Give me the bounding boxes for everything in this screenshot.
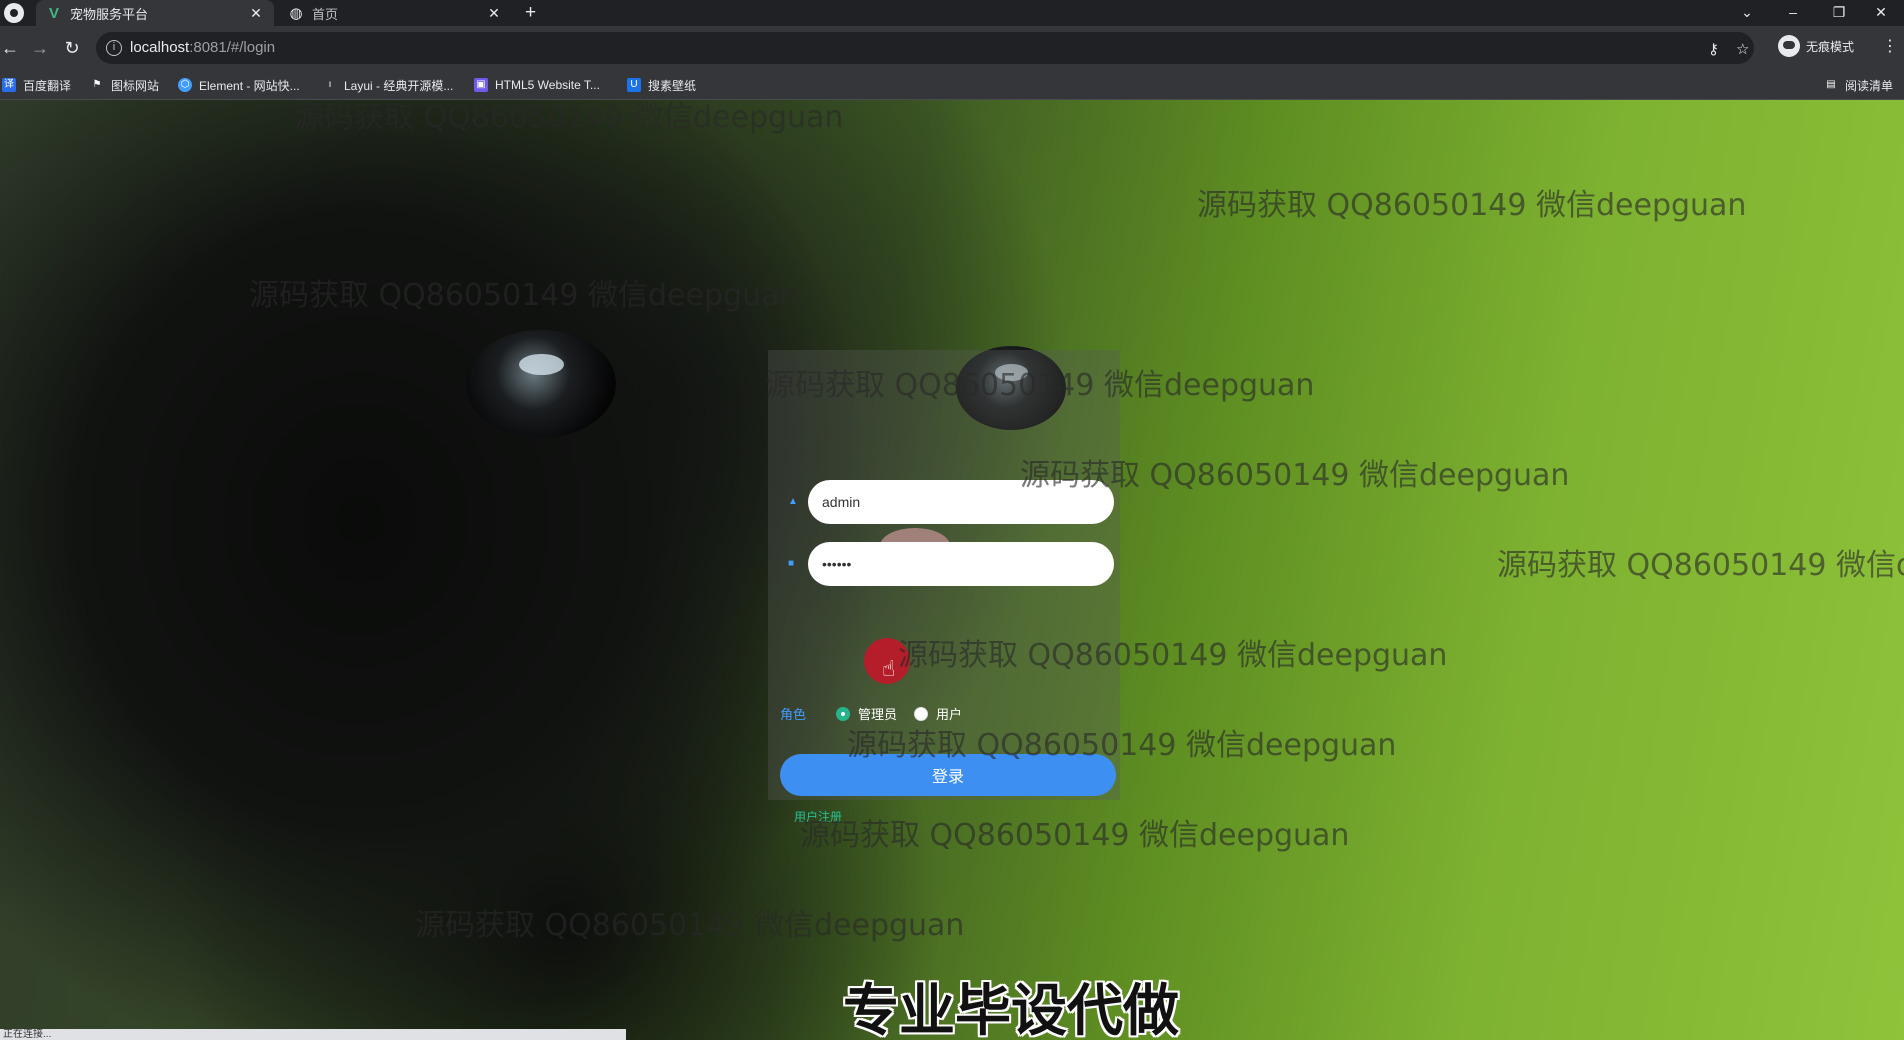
watermark: 源码获取 QQ86050149 微信deepguan xyxy=(249,278,799,313)
password-input[interactable] xyxy=(808,542,1114,586)
close-icon[interactable]: ✕ xyxy=(248,5,264,22)
new-tab-icon[interactable]: + xyxy=(525,2,536,24)
tab-title: 首页 xyxy=(312,6,339,22)
key-icon[interactable]: ⚷ xyxy=(1708,40,1719,58)
watermark: 源码获取 QQ86050149 微信deepguan xyxy=(415,908,965,943)
flag-icon: ⚑ xyxy=(92,79,102,90)
minimize-icon[interactable]: – xyxy=(1770,0,1816,26)
login-page: ▲ ■ 角色 管理员 用户 登录 用户注册 ☝ 源码获取 QQ86050149 … xyxy=(0,100,1904,1040)
reading-list-icon: ▤ xyxy=(1826,79,1836,90)
watermark: 源码获取 QQ86050149 微信deepguan xyxy=(847,728,1397,763)
watermark: 源码获取 QQ86050149 微信deepguan xyxy=(1197,188,1747,223)
hand-cursor-icon: ☝ xyxy=(882,656,896,681)
radio-checked-icon xyxy=(836,706,850,721)
video-caption: 专业毕设代做 xyxy=(843,979,1179,1040)
user-icon: ▲ xyxy=(788,496,798,507)
bookmark-item[interactable]: ⚑ 图标网站 xyxy=(90,75,160,95)
close-window-icon[interactable]: ✕ xyxy=(1858,0,1904,26)
role-label: 角色 xyxy=(780,707,807,722)
incognito-profile[interactable]: 无痕模式 xyxy=(1778,33,1854,59)
translate-icon: 译 xyxy=(2,78,16,92)
tab-home[interactable]: ◍ 首页 ✕ xyxy=(278,0,512,26)
vue-logo-icon: V xyxy=(48,4,59,22)
close-icon[interactable]: ✕ xyxy=(486,5,502,22)
watermark: 源码获取 QQ86050149 微信deepguan xyxy=(1020,458,1570,493)
reading-list[interactable]: ▤ 阅读清单 xyxy=(1824,75,1893,95)
bookmark-item[interactable]: ⬡ Element - 网站快... xyxy=(178,75,300,95)
star-icon[interactable]: ☆ xyxy=(1736,40,1749,58)
browser-tab-strip: V 宠物服务平台 ✕ ◍ 首页 ✕ + ⌄ – ❐ ✕ xyxy=(0,0,1904,26)
bookmarks-bar: 译百度翻译 ⚑ 图标网站 ⬡ Element - 网站快... ı Layui - 经… xyxy=(0,70,1904,100)
globe-icon: ◍ xyxy=(289,5,303,22)
bookmark-item[interactable]: 译百度翻译 xyxy=(2,75,71,95)
address-bar[interactable]: i localhost:8081/#/login ⚷ ☆ xyxy=(96,32,1754,64)
forward-icon[interactable]: → xyxy=(30,38,50,58)
background-photo-eye xyxy=(466,330,616,438)
reload-icon[interactable]: ↻ xyxy=(62,38,82,58)
browser-toolbar: ← → ↻ i localhost:8081/#/login ⚷ ☆ 无痕模式 … xyxy=(0,26,1904,70)
more-menu-icon[interactable]: ⋮ xyxy=(1882,36,1898,56)
info-icon[interactable]: i xyxy=(106,40,122,56)
profile-label: 无痕模式 xyxy=(1806,39,1855,54)
layui-logo-icon: ı xyxy=(328,79,332,90)
browser-menu-icon[interactable] xyxy=(4,3,24,23)
tab-pet-platform[interactable]: V 宠物服务平台 ✕ xyxy=(36,0,274,26)
wallpaper-icon: U xyxy=(627,78,641,92)
incognito-icon xyxy=(1778,35,1800,57)
html5-template-icon: ▣ xyxy=(474,78,488,92)
watermark: 源码获取 QQ86050149 微信d xyxy=(1497,548,1904,583)
watermark: 源码获取 QQ86050149 微信deepguan xyxy=(898,638,1448,673)
back-icon[interactable]: ← xyxy=(0,38,20,58)
bookmark-item[interactable]: U 搜素壁纸 xyxy=(627,75,696,95)
element-logo-icon: ⬡ xyxy=(178,78,192,92)
watermark: 源码获取 QQ86050149 微信deepguan xyxy=(294,100,844,135)
bookmark-item[interactable]: ▣ HTML5 Website T... xyxy=(474,75,600,95)
radio-unchecked-icon xyxy=(914,706,928,721)
url-text[interactable]: localhost:8081/#/login xyxy=(130,39,275,56)
status-bar: 正在连接... xyxy=(0,1029,626,1040)
bookmark-item[interactable]: ı Layui - 经典开源模... xyxy=(323,75,454,95)
tab-search-icon[interactable]: ⌄ xyxy=(1724,0,1770,26)
tab-title: 宠物服务平台 xyxy=(70,6,149,22)
watermark: 源码获取 QQ86050149 微信deepguan xyxy=(800,818,1350,853)
lock-icon: ■ xyxy=(788,558,795,569)
watermark: 源码获取 QQ86050149 微信deepguan xyxy=(765,368,1315,403)
restore-icon[interactable]: ❐ xyxy=(1816,0,1862,26)
